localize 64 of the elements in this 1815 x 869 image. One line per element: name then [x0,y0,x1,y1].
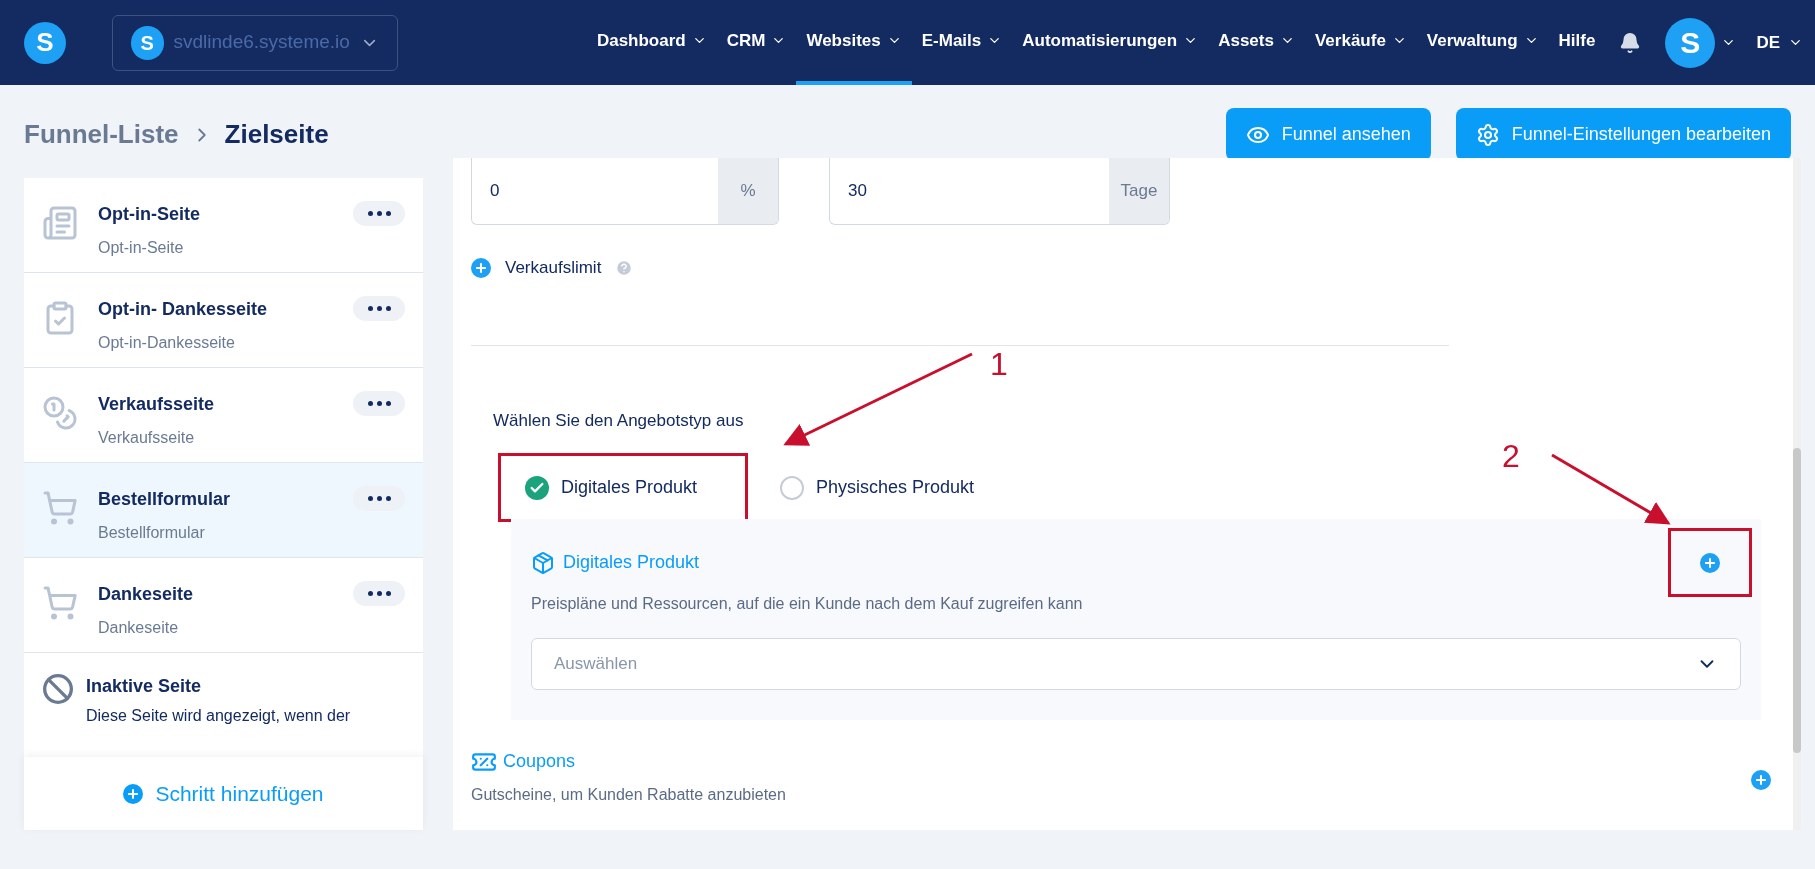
plus-icon [474,260,488,275]
nav-tab[interactable]: Verwaltung [1416,0,1549,85]
nav-tab[interactable]: Automatisierungen [1012,0,1209,85]
blocked-icon [42,673,74,705]
step-icon [42,585,78,621]
step-title: Bestellformular [98,488,231,511]
bell-icon[interactable] [1619,31,1642,54]
step-title: Inaktive Seite [86,675,203,698]
step-subtitle: Opt-in-Dankesseite [98,333,236,353]
app-logo: S [24,21,66,64]
more-button[interactable] [353,296,405,321]
step-title: Opt-in-Seite [98,203,200,226]
section-description: Preispläne und Ressourcen, auf die ein Kunde nach dem Kauf zugreifen kann [531,594,1084,614]
nav-tab[interactable]: Websites [796,0,912,85]
section-title: Digitales Produkt [563,551,700,574]
step-subtitle: Dankeseite [98,618,180,638]
more-button[interactable] [353,391,405,416]
offer-type-label: Wählen Sie den Angebotstyp aus [493,409,745,432]
plus-icon [1754,773,1768,787]
step-subtitle: Opt-in-Seite [98,238,185,258]
box-icon [531,550,555,575]
add-button[interactable] [1700,552,1720,573]
plus-icon [123,783,144,804]
more-button[interactable] [353,201,405,226]
step-item[interactable]: Bestellformular Bestellformular [24,463,423,558]
step-title: Opt-in- Dankesseite [98,298,268,321]
step-title: Verkaufsseite [98,393,215,416]
section-title: Coupons [503,750,576,773]
more-button[interactable] [353,581,405,606]
page-title: Zielseite [224,118,329,151]
nav-tab[interactable]: Dashboard [586,0,717,85]
language-selector[interactable]: DE [1756,29,1803,56]
breadcrumb-link[interactable]: Funnel-Liste [24,115,179,154]
nav-tab[interactable]: Assets [1208,0,1305,85]
step-subtitle: Bestellformular [98,523,206,543]
step-subtitle: Verkaufsseite [98,428,196,448]
add-button[interactable] [1751,770,1771,790]
help-icon [615,258,634,277]
add-button[interactable] [471,257,491,278]
step-icon [42,490,78,526]
step-description: Diese Seite wird angezeigt, wenn der [86,706,351,726]
step-title: Dankeseite [98,583,194,606]
sales-limit-label: Verkaufslimit [505,257,602,279]
workspace-avatar: S [131,25,164,60]
section-description: Gutscheine, um Kunden Rabatte anzubieten [471,785,786,805]
plus-icon [1703,555,1717,570]
nav-tab[interactable]: Hilfe [1548,0,1606,85]
nav-tab[interactable]: Verkäufe [1304,0,1417,85]
unit-label: % [718,158,778,224]
user-avatar: S [1665,17,1716,68]
nav-tab[interactable]: CRM [716,0,797,85]
nav-tab[interactable]: E-Mails [911,0,1013,85]
unit-label: Tage [1109,158,1169,224]
number-field[interactable]: 30 Tage [829,158,1170,225]
more-button[interactable] [353,486,405,511]
annotation-number: 2 [1502,437,1520,476]
radio-option[interactable]: Physisches Produkt [780,474,975,501]
number-field[interactable]: 0 % [471,158,779,225]
settings-icon [1475,122,1500,147]
radio-option[interactable]: Digitales Produkt [525,474,698,501]
annotation-number: 1 [990,345,1008,384]
step-icon [42,395,78,431]
check-icon [525,475,549,500]
step-icon [42,205,78,241]
